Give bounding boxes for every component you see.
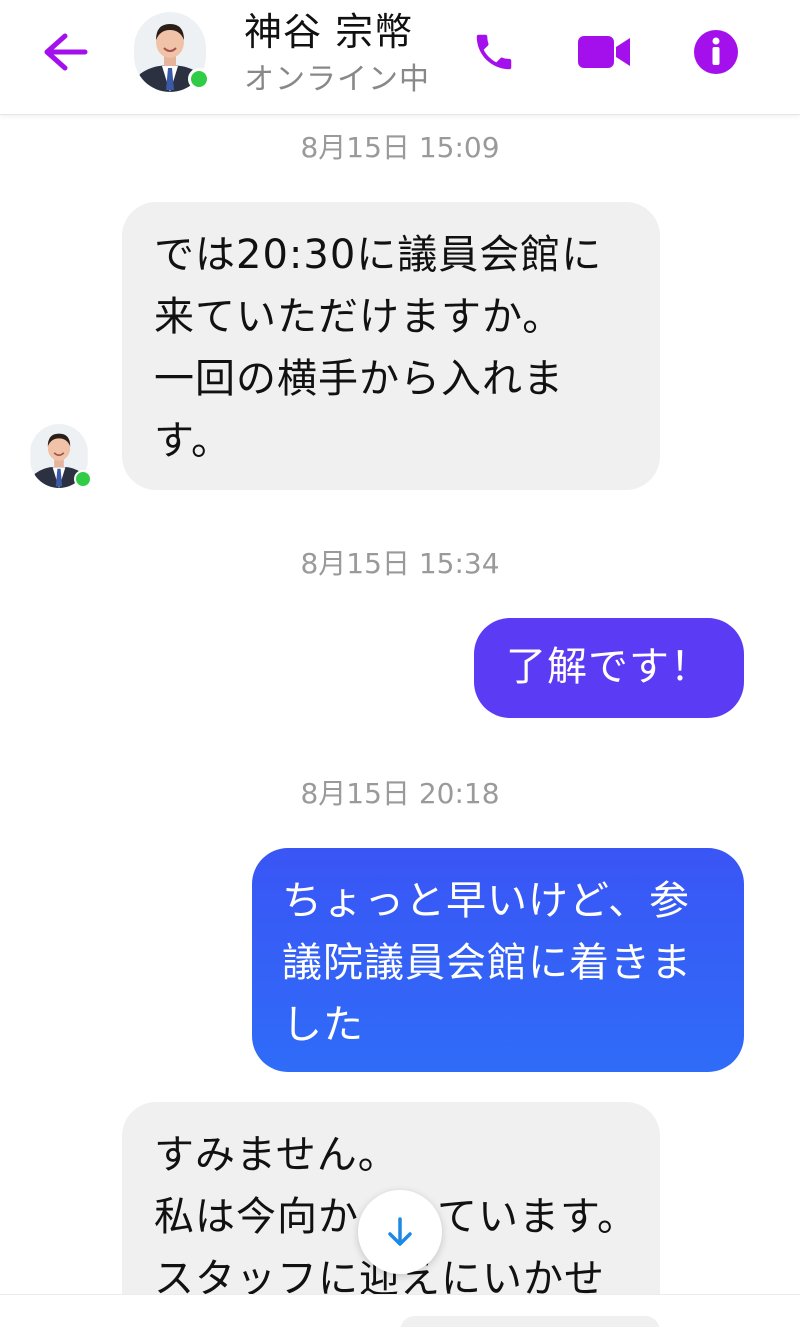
contact-name[interactable]: 神谷 宗幣 [244,6,413,58]
info-icon [694,30,738,74]
phone-icon [476,34,512,70]
online-indicator [188,68,210,90]
arrow-left-icon [44,33,88,71]
arrow-down-icon [388,1217,412,1246]
message-timestamp: 8月15日 15:09 [300,131,500,164]
message-line: 来ていただけますか。 [154,294,564,340]
message-timestamp: 8月15日 15:34 [300,547,500,580]
call-button[interactable] [466,24,522,80]
incoming-message[interactable]: では20:30に議員会館に 来ていただけますか。 一回の横手から入れま す。 [122,202,660,490]
message-line: 議院議員会館に着きま [282,940,692,986]
back-button[interactable] [38,26,92,78]
composer-bar [0,1294,800,1327]
message-line: では20:30に議員会館に [154,232,603,278]
composer-input[interactable] [400,1316,660,1327]
sender-avatar[interactable] [30,424,92,490]
video-camera-icon [578,36,630,68]
message-line: すみません。 [154,1132,399,1178]
contact-avatar[interactable] [134,12,210,92]
message-line: 一回の横手から入れま [154,356,564,402]
online-indicator [74,470,92,488]
contact-status: オンライン中 [244,62,430,97]
message-line: 了解です！ [506,644,711,690]
outgoing-message[interactable]: ちょっと早いけど、参 議院議員会館に着きま した [252,848,744,1072]
scroll-to-bottom-button[interactable] [358,1190,442,1274]
message-line: す。 [154,418,232,464]
chat-header: 神谷 宗幣 オンライン中 [0,0,800,115]
video-call-button[interactable] [576,24,632,80]
outgoing-message[interactable]: 了解です！ [474,618,744,718]
message-line: した [282,1002,364,1048]
message-line: ちょっと早いけど、参 [282,878,690,924]
message-timestamp: 8月15日 20:18 [300,777,500,810]
info-button[interactable] [688,24,744,80]
